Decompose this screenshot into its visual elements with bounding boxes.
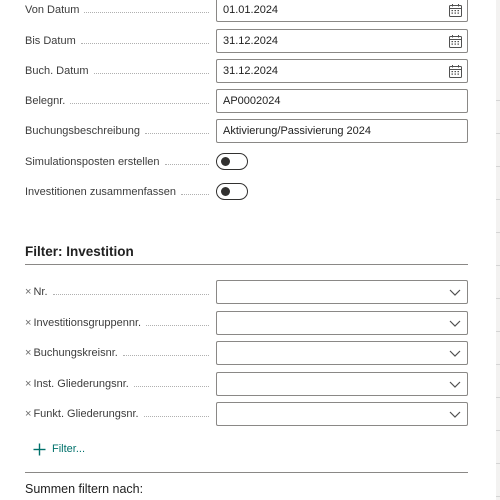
section-divider xyxy=(25,264,468,265)
filter-label: Nr. xyxy=(33,286,48,298)
filter-nr-input[interactable] xyxy=(216,280,468,304)
field-value: 31.12.2024 xyxy=(223,65,279,77)
chevron-down-icon[interactable] xyxy=(449,410,461,419)
field-row-bis-datum: Bis Datum 31.12.2024 xyxy=(0,29,496,53)
filter-row-inst-gliederungsnr: × Inst. Gliederungsnr. xyxy=(0,372,496,396)
field-label: Von Datum xyxy=(25,4,80,16)
field-value: 01.01.2024 xyxy=(223,4,279,16)
filter-row-investitionsgruppennr: × Investitionsgruppennr. xyxy=(0,311,496,335)
remove-filter-icon[interactable]: × xyxy=(25,317,31,329)
simulationsposten-toggle[interactable] xyxy=(216,153,248,170)
filter-inst-gliederungsnr-input[interactable] xyxy=(216,372,468,396)
calendar-icon[interactable] xyxy=(449,4,462,17)
field-label: Buchungsbeschreibung xyxy=(25,125,140,137)
totals-section-title: Summen filtern nach: xyxy=(25,482,144,496)
field-row-von-datum: Von Datum 01.01.2024 xyxy=(0,0,496,22)
section-divider xyxy=(25,472,468,473)
toggle-row-investitionen-zusammenfassen: Investitionen zusammenfassen xyxy=(0,180,496,204)
background-panel xyxy=(496,0,500,500)
remove-filter-icon[interactable]: × xyxy=(25,378,31,390)
calendar-icon[interactable] xyxy=(449,65,462,78)
remove-filter-icon[interactable]: × xyxy=(25,408,31,420)
field-value: AP0002024 xyxy=(223,95,281,107)
filter-row-nr: × Nr. xyxy=(0,280,496,304)
filter-section-title: Filter: Investition xyxy=(25,244,134,259)
investitionen-zusammenfassen-toggle[interactable] xyxy=(216,183,248,200)
belegnr-input[interactable]: AP0002024 xyxy=(216,89,468,113)
filter-row-buchungskreisnr: × Buchungskreisnr. xyxy=(0,341,496,365)
field-label: Bis Datum xyxy=(25,35,76,47)
add-filter-link[interactable]: Filter... xyxy=(33,441,85,457)
filter-row-funkt-gliederungsnr: × Funkt. Gliederungsnr. xyxy=(0,402,496,426)
buch-datum-input[interactable]: 31.12.2024 xyxy=(216,59,468,83)
field-value: Aktivierung/Passivierung 2024 xyxy=(223,125,371,137)
field-row-belegnr: Belegnr. AP0002024 xyxy=(0,89,496,113)
remove-filter-icon[interactable]: × xyxy=(25,347,31,359)
chevron-down-icon[interactable] xyxy=(449,380,461,389)
toggle-row-simulationsposten: Simulationsposten erstellen xyxy=(0,150,496,174)
plus-icon xyxy=(33,443,46,455)
filter-buchungskreisnr-input[interactable] xyxy=(216,341,468,365)
field-row-buchungsbeschreibung: Buchungsbeschreibung Aktivierung/Passivi… xyxy=(0,119,496,143)
calendar-icon[interactable] xyxy=(449,35,462,48)
chevron-down-icon[interactable] xyxy=(449,349,461,358)
toggle-label: Simulationsposten erstellen xyxy=(25,156,160,168)
toggle-knob xyxy=(221,157,230,166)
buchungsbeschreibung-input[interactable]: Aktivierung/Passivierung 2024 xyxy=(216,119,468,143)
filter-label: Funkt. Gliederungsnr. xyxy=(33,408,139,420)
filter-investitionsgruppennr-input[interactable] xyxy=(216,311,468,335)
field-label: Buch. Datum xyxy=(25,65,89,77)
filter-funkt-gliederungsnr-input[interactable] xyxy=(216,402,468,426)
add-filter-label: Filter... xyxy=(52,443,86,455)
bis-datum-input[interactable]: 31.12.2024 xyxy=(216,29,468,53)
field-value: 31.12.2024 xyxy=(223,35,279,47)
von-datum-input[interactable]: 01.01.2024 xyxy=(216,0,468,22)
filter-label: Inst. Gliederungsnr. xyxy=(33,378,129,390)
chevron-down-icon[interactable] xyxy=(449,288,461,297)
chevron-down-icon[interactable] xyxy=(449,319,461,328)
toggle-knob xyxy=(221,187,230,196)
remove-filter-icon[interactable]: × xyxy=(25,286,31,298)
field-row-buch-datum: Buch. Datum 31.12.2024 xyxy=(0,59,496,83)
filter-label: Investitionsgruppennr. xyxy=(33,317,142,329)
field-label: Belegnr. xyxy=(25,95,66,107)
filter-label: Buchungskreisnr. xyxy=(33,347,118,359)
toggle-label: Investitionen zusammenfassen xyxy=(25,186,177,198)
